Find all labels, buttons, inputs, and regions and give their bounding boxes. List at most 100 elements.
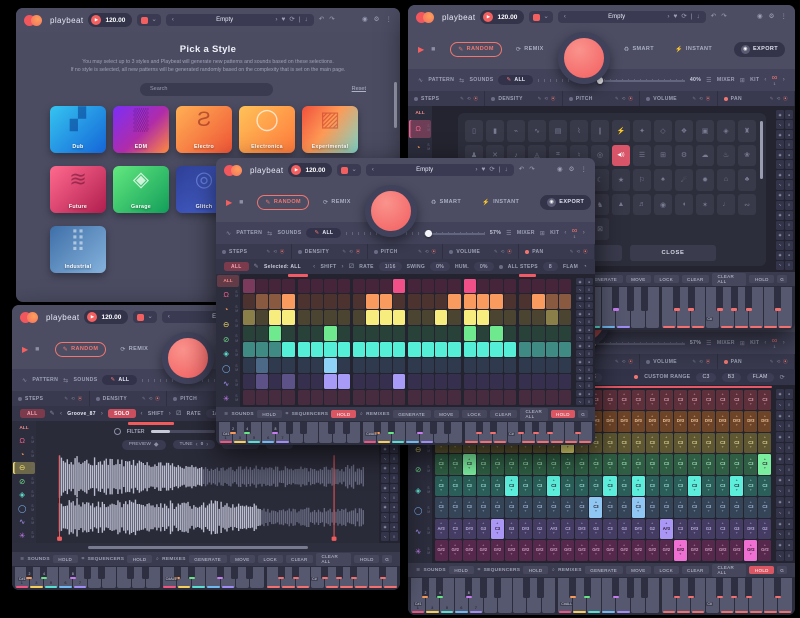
piano-key-black[interactable] [731,578,738,598]
pitch-cell[interactable]: ▲G#2▼ [561,540,574,561]
pitch-down-icon[interactable]: ▼ [637,489,640,492]
step-cell[interactable] [311,390,323,405]
pitch-up-icon[interactable]: ▲ [763,436,766,439]
pitch-down-icon[interactable]: ▼ [594,489,597,492]
piano-key-black[interactable]: 2 [26,567,33,579]
pitch-down-icon[interactable]: ▼ [496,489,499,492]
sound-icon-tile[interactable]: ▮ [486,120,504,142]
track-glyph-icon[interactable]: Ω [218,290,234,299]
pitch-up-icon[interactable]: ▲ [763,415,766,418]
pitch-down-icon[interactable]: ▼ [651,403,654,406]
step-cell[interactable] [435,390,447,405]
pitch-up-icon[interactable]: ▲ [735,544,738,547]
pitch-cell[interactable]: ▲A#3▼ [547,519,560,540]
pitch-up-icon[interactable]: ▲ [665,522,668,525]
pitch-up-icon[interactable]: ▲ [679,415,682,418]
next-preset-icon[interactable]: › [275,17,277,24]
pitch-up-icon[interactable]: ▲ [468,458,471,461]
pitch-up-icon[interactable]: ▲ [693,522,696,525]
step-cell[interactable] [519,279,531,294]
track-icon-4[interactable]: ⊘SM [409,460,431,480]
row-wave-icon[interactable]: ∿ [576,286,584,293]
stop-button[interactable]: ■ [239,199,243,206]
sound-icon-tile[interactable]: ❖ [675,120,693,142]
pitch-down-icon[interactable]: ▼ [637,532,640,535]
pitch-down-icon[interactable]: ▼ [496,446,499,449]
pitch-down-icon[interactable]: ▼ [580,532,583,535]
sound-icon-tile[interactable]: ☄ [675,169,693,191]
pitch-down-icon[interactable]: ▼ [594,510,597,513]
step-cell[interactable] [504,294,516,309]
remix-hold-button[interactable]: HOLD [749,566,774,574]
pitch-up-icon[interactable]: ▲ [735,415,738,418]
pitch-up-icon[interactable]: ▲ [524,501,527,504]
pitch-up-icon[interactable]: ▲ [496,522,499,525]
row-wave-icon[interactable]: ∿ [776,465,784,475]
piano-key-black[interactable] [300,422,307,434]
row-pause-icon[interactable]: ‖ [585,302,593,309]
pitch-down-icon[interactable]: ▼ [566,489,569,492]
pitch-cell[interactable]: ▲C3▼ [449,476,462,497]
step-cell[interactable] [311,294,323,309]
pitch-down-icon[interactable]: ▼ [637,403,640,406]
pitch-up-icon[interactable]: ▲ [608,393,611,396]
row-dot-icon[interactable]: ● [585,294,593,301]
mute-toggle[interactable]: M [31,441,34,444]
row-dot-icon[interactable]: ● [390,523,398,532]
midi-select[interactable]: ⌄ [337,164,360,176]
reset-link[interactable]: Reset [352,86,366,92]
pitch-down-icon[interactable]: ▼ [735,403,738,406]
pitch-down-icon[interactable]: ▼ [693,553,696,556]
pitch-up-icon[interactable]: ▲ [707,479,710,482]
step-cell[interactable] [464,294,476,309]
param-section-pan[interactable]: PAN✎⟲⦿ [718,354,795,369]
row-pause-icon[interactable]: ‖ [785,180,793,189]
pitch-down-icon[interactable]: ▼ [439,489,442,492]
pitch-down-icon[interactable]: ▼ [524,510,527,513]
track-icon-6[interactable]: ◯SM [13,502,35,515]
pitch-cell[interactable]: ▲C3▼ [716,476,729,497]
sample-name[interactable]: Groove_87 [67,411,96,417]
pitch-down-icon[interactable]: ▼ [454,553,457,556]
redo-icon[interactable]: ↷ [529,167,534,174]
piano-key-black[interactable] [84,567,91,579]
main-knob[interactable] [365,182,417,222]
piano-key-black[interactable] [537,578,544,598]
step-cell[interactable] [435,279,447,294]
lock-icon[interactable]: ⦿ [155,396,160,402]
clear-button[interactable]: CLEAR [682,275,710,283]
pitch-up-icon[interactable]: ▲ [665,501,668,504]
pitch-cell[interactable]: ▲C3▼ [646,497,659,518]
step-cell[interactable] [559,326,571,341]
step-cell[interactable] [338,374,350,389]
step-cell[interactable] [448,279,460,294]
redo-icon[interactable]: ↷ [329,17,334,24]
pitch-up-icon[interactable]: ▲ [594,479,597,482]
pitch-up-icon[interactable]: ▲ [454,522,457,525]
refresh-icon[interactable]: ⟲ [149,396,153,402]
step-cell[interactable] [559,390,571,405]
remix-button[interactable]: ⟳REMIX [509,43,551,56]
pitch-up-icon[interactable]: ▲ [468,522,471,525]
step-cell[interactable] [366,279,378,294]
lock-icon[interactable]: ⦿ [78,396,83,402]
pitch-cell[interactable]: ▲C3▼ [646,476,659,497]
pitch-down-icon[interactable]: ▼ [721,403,724,406]
step-cell[interactable] [324,294,336,309]
step-cell[interactable] [422,279,434,294]
step-cell[interactable] [519,294,531,309]
step-cell[interactable] [393,358,405,373]
pitch-cell[interactable]: ▲C3▼ [730,433,743,454]
track-glyph-icon[interactable]: ◈ [218,349,234,358]
pitch-up-icon[interactable]: ▲ [763,458,766,461]
export-button[interactable]: ◉EXPORT [734,42,785,57]
step-cell[interactable] [393,294,405,309]
pitch-down-icon[interactable]: ▼ [552,532,555,535]
pitch-down-icon[interactable]: ▼ [608,467,611,470]
step-cell[interactable] [269,358,281,373]
kit-label[interactable]: KIT [750,77,759,83]
pitch-down-icon[interactable]: ▼ [608,403,611,406]
row-pause-icon[interactable]: ‖ [785,486,793,496]
pitch-cell[interactable]: ▲C3▼ [618,433,631,454]
step-cell[interactable] [448,294,460,309]
